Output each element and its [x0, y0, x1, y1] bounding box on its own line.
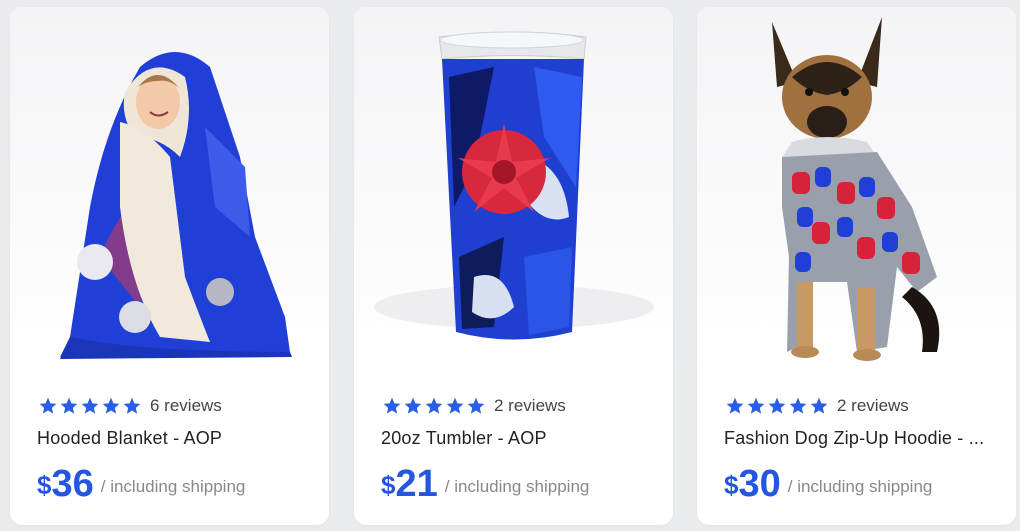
price-amount: 36 [51, 463, 94, 505]
product-card-dog-hoodie[interactable]: 2 reviews Fashion Dog Zip-Up Hoodie - ..… [697, 7, 1016, 525]
star-icon [768, 397, 786, 414]
tumbler-icon [374, 31, 654, 340]
product-card-hooded-blanket[interactable]: 6 reviews Hooded Blanket - AOP $ 36 / in… [10, 7, 329, 525]
star-icon [123, 397, 141, 414]
shipping-note: / including shipping [100, 477, 246, 496]
star-icon [39, 397, 57, 414]
price-amount: 21 [395, 463, 438, 505]
shipping-note: / including shipping [787, 477, 933, 496]
price-row: $ 36 / including shipping [37, 462, 245, 504]
product-title[interactable]: 20oz Tumbler - AOP [381, 428, 649, 449]
hooded-blanket-icon [60, 52, 292, 359]
star-rating [382, 396, 486, 416]
star-icon [425, 397, 443, 414]
product-image[interactable] [354, 7, 673, 374]
star-icon [383, 397, 401, 414]
rating-row[interactable]: 2 reviews [725, 395, 909, 417]
price-currency: $ [724, 470, 739, 500]
shipping-note: / including shipping [444, 477, 590, 496]
reviews-count[interactable]: 6 reviews [150, 396, 222, 416]
rating-row[interactable]: 6 reviews [38, 395, 222, 417]
star-icon [467, 397, 485, 414]
rating-row[interactable]: 2 reviews [382, 395, 566, 417]
star-icon [446, 397, 464, 414]
star-icon [404, 397, 422, 414]
reviews-count[interactable]: 2 reviews [837, 396, 909, 416]
star-rating [725, 396, 829, 416]
price-amount: 30 [738, 463, 781, 505]
star-icon [726, 397, 744, 414]
star-icon [102, 397, 120, 414]
reviews-count[interactable]: 2 reviews [494, 396, 566, 416]
star-icon [60, 397, 78, 414]
price-currency: $ [381, 470, 396, 500]
product-image[interactable] [697, 7, 1016, 374]
product-title[interactable]: Fashion Dog Zip-Up Hoodie - ... [724, 428, 992, 449]
price-row: $ 30 / including shipping [724, 462, 932, 504]
star-icon [747, 397, 765, 414]
product-card-tumbler[interactable]: 2 reviews 20oz Tumbler - AOP $ 21 / incl… [354, 7, 673, 525]
star-icon [789, 397, 807, 414]
star-icon [810, 397, 828, 414]
product-title[interactable]: Hooded Blanket - AOP [37, 428, 305, 449]
price-row: $ 21 / including shipping [381, 462, 589, 504]
star-icon [81, 397, 99, 414]
price-currency: $ [37, 470, 52, 500]
product-image[interactable] [10, 7, 329, 374]
dog-hoodie-icon [772, 17, 940, 361]
star-rating [38, 396, 142, 416]
